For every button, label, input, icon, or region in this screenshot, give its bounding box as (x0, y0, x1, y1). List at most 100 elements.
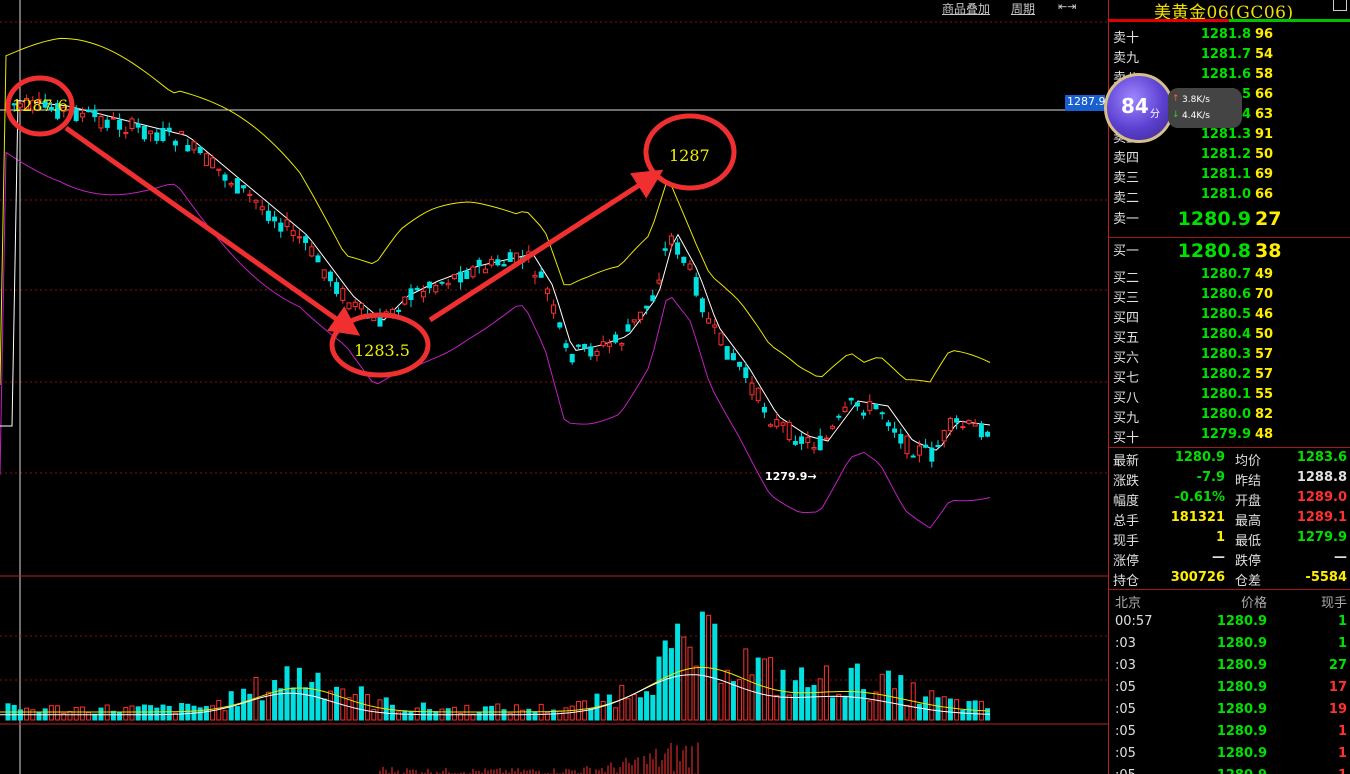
buy-price: 1280.6 (1200, 287, 1251, 302)
sell-price: 1280.9 (1177, 208, 1251, 230)
ticks-header-place: 北京 (1115, 596, 1142, 611)
candle-body (799, 436, 805, 444)
tick-row: :05 1280.9 1 (1109, 746, 1350, 768)
sell-volume: 66 (1255, 87, 1274, 102)
candle-body (123, 131, 129, 135)
candle-body (532, 274, 538, 278)
candle-body (464, 270, 470, 280)
volume-bar (210, 705, 216, 721)
candlestick-series[interactable] (5, 91, 991, 468)
candle-body (141, 125, 147, 140)
volume-bar (154, 707, 160, 721)
candle-body (941, 430, 947, 442)
volume-bar (898, 675, 904, 721)
volume-bar (73, 706, 79, 721)
candle-body (613, 334, 619, 343)
candle-body (321, 269, 327, 279)
candle-body (588, 346, 594, 357)
volume-bar (637, 697, 643, 721)
candle-body (241, 185, 247, 189)
candle-body (935, 444, 941, 448)
candle-body (966, 419, 972, 424)
volume-bar (234, 706, 240, 721)
tick-price: 1280.9 (1216, 658, 1267, 673)
annotation-low-price: 1283.5 (354, 341, 410, 360)
candle-body (414, 287, 420, 291)
candle-body (817, 435, 823, 451)
candle-body (334, 282, 340, 294)
candle-body (495, 259, 501, 266)
candle-body (898, 433, 904, 444)
candle-body (433, 285, 439, 293)
candle-body (79, 112, 85, 118)
volume-bar (718, 682, 724, 721)
candle-body (402, 296, 408, 305)
candle-body (730, 353, 736, 361)
candle-body (439, 281, 445, 284)
stat-value: 1289.0 (1296, 490, 1347, 505)
volume-bar (947, 698, 953, 721)
candle-body (972, 423, 978, 427)
volume-bar (916, 703, 922, 721)
volume-bar (396, 711, 402, 721)
candle-body (259, 206, 265, 211)
window-toggle-icon[interactable] (1333, 0, 1347, 11)
period-link[interactable]: 周期 (1011, 0, 1035, 17)
volume-bar (873, 691, 879, 721)
score-unit: 分 (1150, 109, 1160, 120)
candle-body (340, 288, 346, 301)
stat-label: 昨结 (1235, 474, 1262, 489)
candle-body (675, 242, 681, 255)
score-badge[interactable]: 84 分 (1104, 73, 1174, 143)
buy-volume: 57 (1255, 367, 1274, 382)
sell-level-label: 卖四 (1113, 151, 1140, 166)
sell-row: 卖三 1281.1 69 (1109, 167, 1350, 187)
candle-body (985, 431, 991, 437)
volume-bar (867, 700, 873, 721)
tick-qty: 1 (1337, 614, 1347, 629)
stat-value: 1 (1215, 530, 1225, 545)
kline-chart-panel[interactable]: 商品叠加 周期 ⇤⇥ 1287.9 1287.6 1283.5 1287 127… (0, 0, 1108, 774)
volume-bar (110, 710, 116, 721)
buy-volume: 82 (1255, 407, 1274, 422)
buy-volume: 57 (1255, 347, 1274, 362)
candle-body (873, 403, 879, 410)
candle-body (563, 343, 569, 348)
volume-bar (259, 700, 265, 721)
candle-body (687, 263, 693, 270)
sell-row: 卖九 1281.7 54 (1109, 47, 1350, 67)
volume-bar (247, 693, 253, 721)
tick-price: 1280.9 (1199, 768, 1267, 774)
stat-value: 1288.8 (1296, 470, 1347, 485)
candle-body (947, 417, 953, 431)
stat-left: 现手 1 (1113, 530, 1225, 550)
candle-body (650, 295, 656, 302)
volume-bar (148, 705, 154, 721)
buy-volume: 49 (1255, 267, 1274, 282)
candle-body (923, 444, 929, 448)
buy-row: 买二 1280.7 49 (1109, 267, 1350, 287)
volume-bar (941, 696, 947, 721)
candle-body (854, 402, 860, 407)
volume-bar (241, 688, 247, 721)
volume-bar (414, 707, 420, 721)
volume-bar (371, 708, 377, 721)
sell-row: 卖二 1281.0 66 (1109, 187, 1350, 207)
stat-value: 181321 (1170, 510, 1225, 525)
price-chart-svg[interactable] (0, 0, 1108, 774)
tick-price: 1280.9 (1216, 614, 1267, 629)
stat-label: 持仓 (1113, 574, 1140, 589)
nav-arrows-icon[interactable]: ⇤⇥ (1058, 0, 1076, 13)
candle-body (792, 441, 798, 445)
network-speed-widget[interactable]: ↑ 3.8K/s ↓ 4.4K/s (1168, 88, 1242, 128)
overlay-link[interactable]: 商品叠加 (942, 0, 990, 17)
buy-volume: 55 (1255, 387, 1274, 402)
volume-bar (904, 704, 910, 721)
candle-body (631, 319, 637, 323)
volume-bar (836, 693, 842, 721)
buy-row: 买八 1280.1 55 (1109, 387, 1350, 407)
stat-left: 最新 1280.9 (1113, 450, 1225, 470)
volume-bar (377, 699, 383, 721)
candle-body (501, 264, 507, 267)
stat-label: 均价 (1235, 454, 1262, 469)
